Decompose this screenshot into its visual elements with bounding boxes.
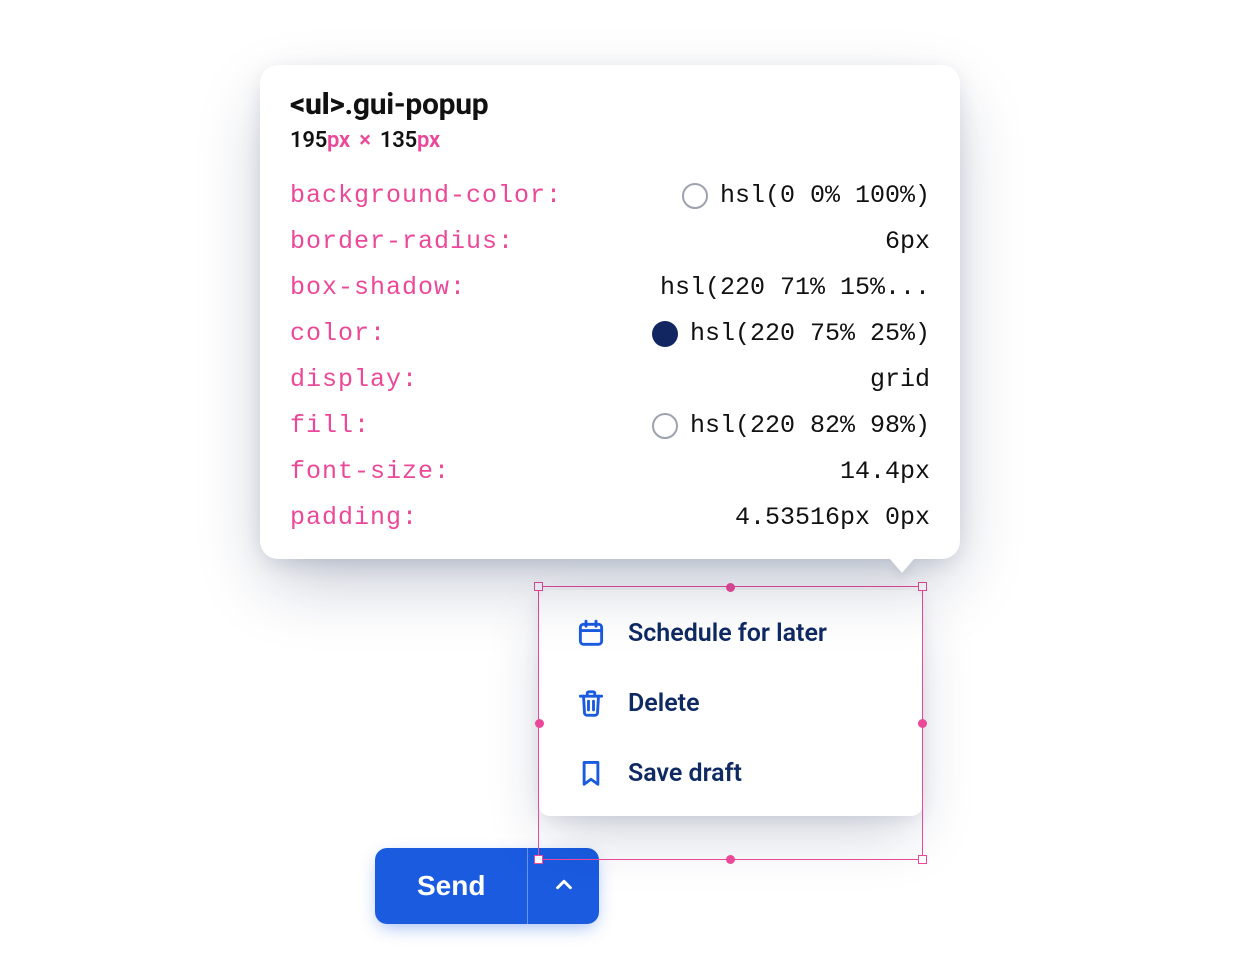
calendar-icon (576, 618, 606, 648)
css-prop-name: padding (290, 503, 628, 533)
unit-px: px (417, 128, 440, 153)
dim-width: 195 (290, 128, 327, 153)
color-swatch-icon (652, 413, 678, 439)
inspected-selector: <ul>.gui-popup (290, 87, 930, 122)
popup-item-label: Schedule for later (628, 619, 827, 648)
color-swatch-icon (682, 183, 708, 209)
css-prop-value-text: hsl(220 82% 98%) (690, 411, 930, 441)
trash-icon (576, 688, 606, 718)
css-prop-name: color (290, 319, 628, 349)
css-prop-name: box-shadow (290, 273, 628, 303)
css-prop-value-text: hsl(220 75% 25%) (690, 319, 930, 349)
send-split-button: Send (375, 848, 599, 924)
popup-item-delete[interactable]: Delete (538, 668, 923, 738)
css-prop-value-text: hsl(220 71% 15%... (660, 273, 930, 303)
popup-item-schedule[interactable]: Schedule for later (538, 598, 923, 668)
css-prop-value: hsl(220 71% 15%... (652, 273, 930, 303)
popup-item-label: Save draft (628, 759, 742, 788)
css-prop-value-text: 6px (885, 227, 930, 257)
times-glyph: × (355, 128, 374, 153)
dim-height: 135 (380, 128, 417, 153)
send-button[interactable]: Send (375, 848, 527, 924)
css-prop-name: border-radius (290, 227, 628, 257)
popup-item-label: Delete (628, 689, 700, 718)
css-prop-value: 4.53516px 0px (652, 503, 930, 533)
css-prop-value: grid (652, 365, 930, 395)
css-prop-value: 6px (652, 227, 930, 257)
css-prop-value: 14.4px (652, 457, 930, 487)
selector-class: .gui-popup (345, 87, 489, 122)
popup-menu: Schedule for later Delete Save draft (538, 590, 923, 816)
unit-px: px (327, 128, 350, 153)
selection-handle (918, 582, 927, 591)
color-swatch-icon (652, 321, 678, 347)
popup-item-save-draft[interactable]: Save draft (538, 738, 923, 808)
inspected-dimensions: 195px × 135px (290, 128, 930, 153)
css-prop-name: fill (290, 411, 628, 441)
stage: Send Schedule for later Delete Save draf… (0, 0, 1238, 974)
selection-handle (534, 582, 543, 591)
selection-handle (726, 855, 735, 864)
bookmark-icon (576, 758, 606, 788)
css-prop-value: hsl(0 0% 100%) (652, 181, 930, 211)
css-prop-name: display (290, 365, 628, 395)
css-prop-value-text: 4.53516px 0px (735, 503, 930, 533)
css-properties: background-color hsl(0 0% 100%) border-r… (290, 181, 930, 533)
css-prop-value-text: 14.4px (840, 457, 930, 487)
css-prop-value-text: grid (870, 365, 930, 395)
chevron-up-icon (553, 874, 575, 899)
css-prop-value-text: hsl(0 0% 100%) (720, 181, 930, 211)
send-more-toggle[interactable] (527, 848, 599, 924)
selection-handle (918, 855, 927, 864)
css-prop-name: background-color (290, 181, 628, 211)
css-prop-name: font-size (290, 457, 628, 487)
selector-tag: <ul> (290, 87, 345, 122)
css-prop-value: hsl(220 75% 25%) (652, 319, 930, 349)
inspector-tooltip: <ul>.gui-popup 195px × 135px background-… (260, 65, 960, 559)
css-prop-value: hsl(220 82% 98%) (652, 411, 930, 441)
